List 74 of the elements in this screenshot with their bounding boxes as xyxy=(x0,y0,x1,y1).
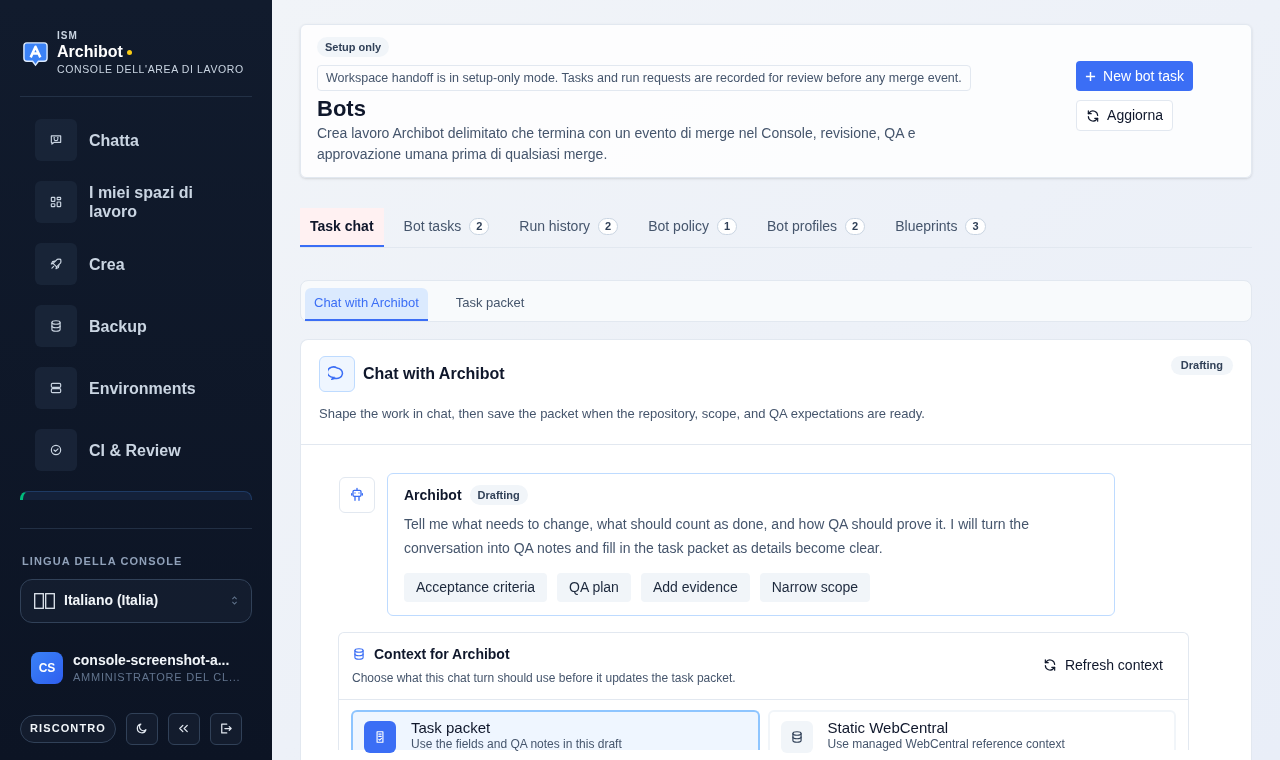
refresh-button[interactable]: Aggiorna xyxy=(1076,100,1174,131)
chat-bubble-icon xyxy=(49,133,63,147)
page-description: Crea lavoro Archibot delimitato che termina con un evento di merge nel Console, revisione, QA e approvazione umana prima di qualsiasi merge. xyxy=(317,124,917,164)
document-check-icon xyxy=(373,729,387,744)
chevron-updown-icon xyxy=(231,595,238,606)
collapse-button[interactable] xyxy=(167,712,200,745)
status-badge: Drafting xyxy=(469,485,528,505)
server-icon xyxy=(49,381,63,395)
brand-eyebrow: ISM xyxy=(57,30,79,42)
option-description: Use managed WebCentral reference context xyxy=(827,736,1065,751)
user-role: AMMINISTRATORE DEL CL... xyxy=(73,669,241,685)
feedback-button[interactable]: RISCONTRO xyxy=(20,714,116,743)
avatar: CS xyxy=(31,651,63,684)
refresh-context-button[interactable]: Refresh context xyxy=(1042,654,1163,676)
message-author: Archibot xyxy=(404,485,462,505)
robot-icon xyxy=(349,486,365,503)
count-badge: 3 xyxy=(965,218,986,235)
nav-item[interactable]: CI & Review xyxy=(35,429,252,471)
suggestion-chip[interactable]: Add evidence xyxy=(640,572,750,602)
page-title: Bots xyxy=(317,95,366,123)
subtab[interactable]: Task packet xyxy=(435,287,545,321)
user-name: console-screenshot-a... xyxy=(73,650,231,669)
card-title: Chat with Archibot xyxy=(363,364,506,384)
status-badge: Setup only xyxy=(317,37,390,57)
suggestion-chip[interactable]: Narrow scope xyxy=(759,572,871,602)
nav-item[interactable]: Backup xyxy=(35,305,252,347)
count-badge: 1 xyxy=(716,218,738,235)
notice-text: Workspace handoff is in setup-only mode. Tasks and run requests are recorded for review before any merge event. xyxy=(317,65,971,91)
database-icon xyxy=(789,729,804,744)
nav-item[interactable]: Crea xyxy=(35,243,252,285)
speech-bubble-icon xyxy=(328,365,346,383)
suggestion-chip[interactable]: Acceptance criteria xyxy=(404,572,548,602)
check-circle-icon xyxy=(49,443,63,457)
option-description: Use the fields and QA notes in this draft xyxy=(411,736,622,751)
plus-icon xyxy=(1085,70,1097,82)
tab[interactable]: Bot tasks 2 xyxy=(393,208,500,247)
nav-item[interactable]: Chatta xyxy=(35,119,252,161)
context-title: Context for Archibot xyxy=(374,644,510,664)
count-badge: 2 xyxy=(469,218,490,235)
nav-item[interactable]: I miei spazi di lavoro xyxy=(35,181,252,223)
count-badge: 2 xyxy=(598,218,619,235)
flag-icon xyxy=(34,592,55,609)
logout-button[interactable] xyxy=(209,712,242,745)
context-option[interactable]: Static WebCentral Use managed WebCentral reference context xyxy=(767,709,1176,750)
tab[interactable]: Task chat xyxy=(300,208,384,247)
tab[interactable]: Bot profiles 2 xyxy=(757,208,876,247)
database-icon xyxy=(352,647,366,661)
context-description: Choose what this chat turn should use before it updates the task packet. xyxy=(352,669,737,687)
card-description: Shape the work in chat, then save the packet when the repository, scope, and QA expectations are ready. xyxy=(319,405,926,423)
rocket-icon xyxy=(49,257,63,271)
new-task-button[interactable]: New bot task xyxy=(1076,61,1193,91)
theme-button[interactable] xyxy=(125,712,158,745)
tab[interactable]: Run history 2 xyxy=(509,208,629,247)
tab[interactable]: Blueprints 3 xyxy=(885,208,996,247)
refresh-icon xyxy=(1042,658,1057,672)
nav-item[interactable]: Environments xyxy=(35,367,252,409)
refresh-icon xyxy=(1086,108,1101,123)
context-option[interactable]: Task packet Use the fields and QA notes in this draft xyxy=(351,709,760,750)
suggestion-chip[interactable]: QA plan xyxy=(557,572,631,602)
status-badge: Drafting xyxy=(1170,356,1233,375)
section-heading: LINGUA DELLA CONSOLE xyxy=(21,554,184,569)
count-badge: 2 xyxy=(845,218,866,235)
logo-icon xyxy=(22,39,49,67)
option-title: Static WebCentral xyxy=(827,718,950,737)
brand-subtitle: CONSOLE DELL'AREA DI LAVORO xyxy=(57,62,244,76)
option-title: Task packet xyxy=(411,718,492,737)
tab[interactable]: Bot policy 1 xyxy=(638,208,748,247)
language-select[interactable]: Italiano (Italia) xyxy=(20,578,252,623)
message-text: Tell me what needs to change, what should count as done, and how QA should prove it. I will turn the conversation into QA notes and fill in the task packet as details become clear. xyxy=(404,514,1030,558)
brand-name: Archibot xyxy=(57,42,123,62)
grid-icon xyxy=(49,195,63,209)
subtab[interactable]: Chat with Archibot xyxy=(305,287,428,321)
database-icon xyxy=(49,319,63,333)
logout-icon xyxy=(218,721,234,736)
